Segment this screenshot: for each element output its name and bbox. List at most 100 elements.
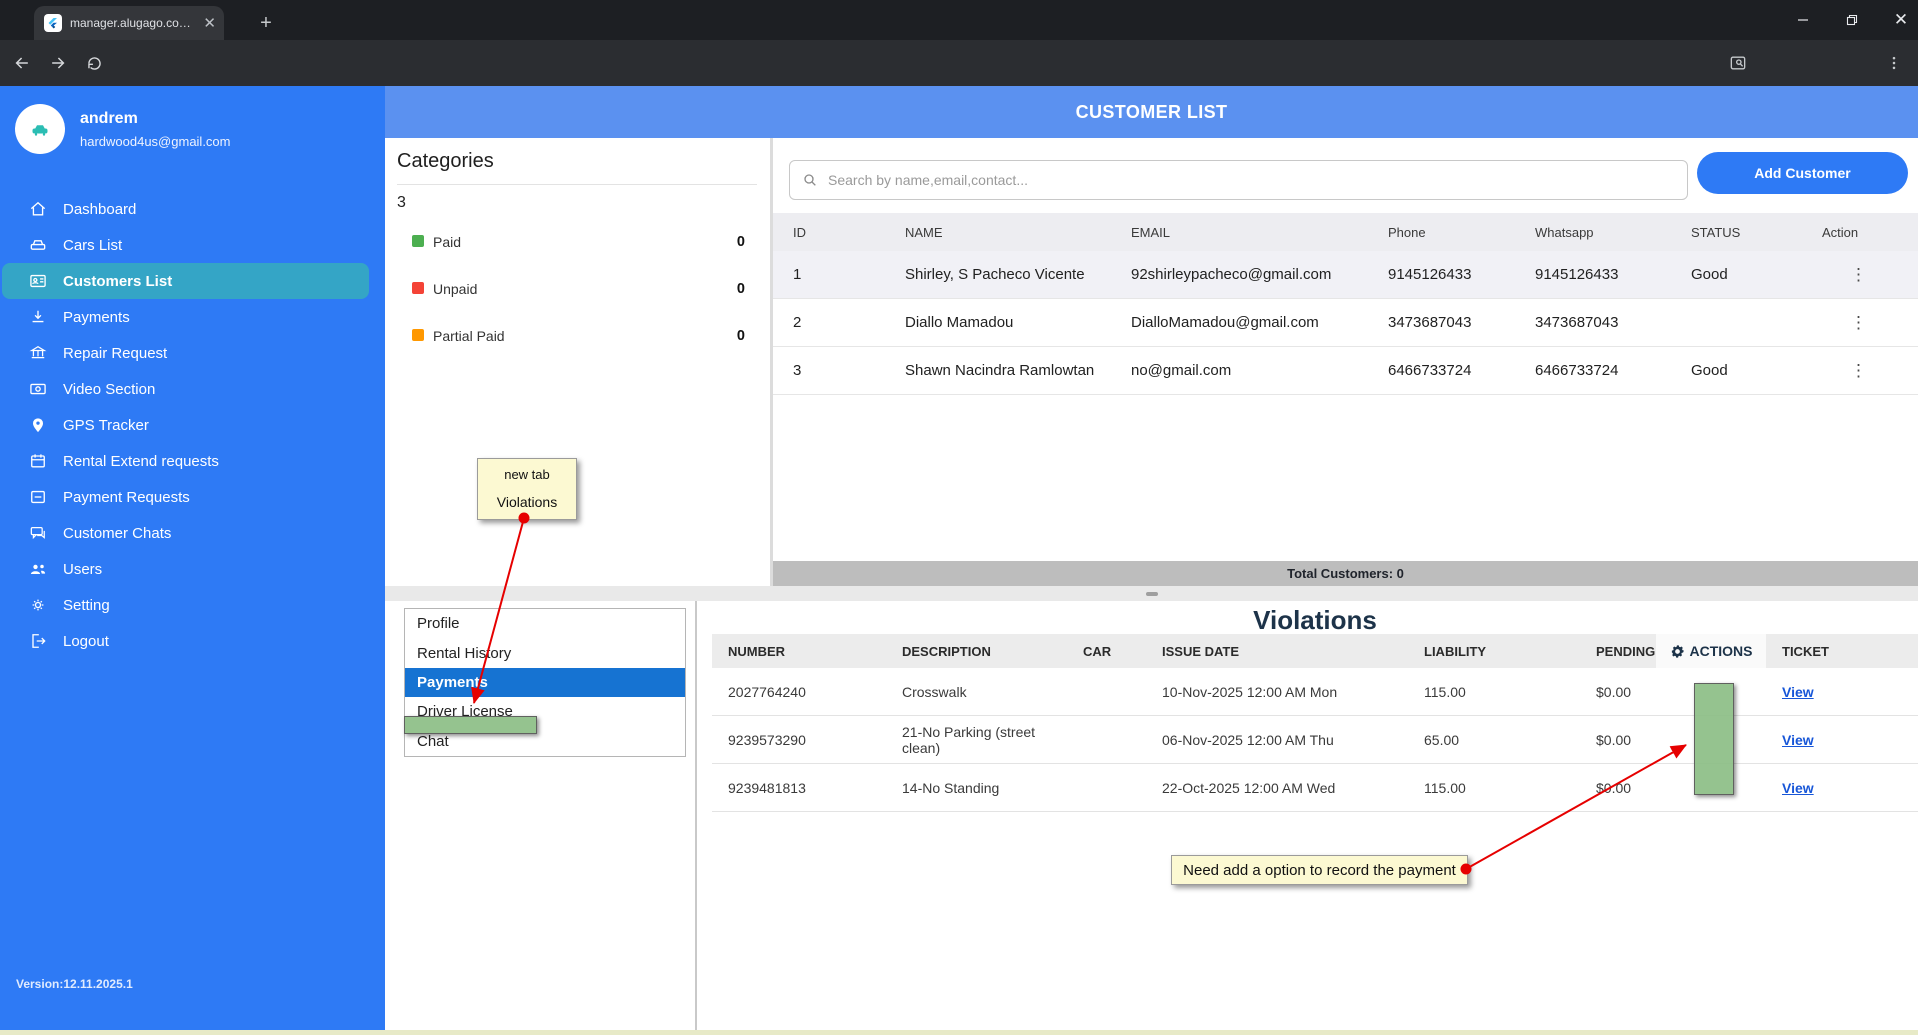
sidebar-item-logout[interactable]: Logout xyxy=(0,623,385,659)
violations-panel: Violations NUMBER DESCRIPTION CAR ISSUE … xyxy=(712,601,1918,1035)
violation-row: 2027764240 Crosswalk 10-Nov-2025 12:00 A… xyxy=(712,668,1918,716)
customer-detail-tabs: Profile Rental History Payments Driver L… xyxy=(404,608,686,757)
view-ticket-link[interactable]: View xyxy=(1782,684,1814,700)
cell-id: 1 xyxy=(793,266,802,283)
sidebar-item-repair-request[interactable]: Repair Request xyxy=(0,335,385,371)
window-close-button[interactable]: ✕ xyxy=(1878,0,1918,40)
gear-icon xyxy=(32,599,44,611)
sidebar-item-label: Payment Requests xyxy=(63,488,190,506)
bank-icon xyxy=(29,346,47,359)
tab-label: Chat xyxy=(417,732,449,750)
app-version: Version:12.11.2025.1 xyxy=(16,977,133,991)
gear-icon xyxy=(1671,644,1684,658)
user-name: andrem xyxy=(80,110,138,127)
row-actions-menu-icon[interactable]: ⋮ xyxy=(1802,361,1918,381)
sidebar-item-label: Repair Request xyxy=(63,344,168,362)
calendar-icon xyxy=(31,454,45,468)
category-count: 0 xyxy=(736,328,745,344)
video-camera-icon xyxy=(30,383,46,395)
tab-profile[interactable]: Profile xyxy=(405,609,685,638)
sidebar-item-payments[interactable]: Payments xyxy=(0,299,385,335)
cell-liability: 115.00 xyxy=(1424,779,1466,796)
column-header-car: CAR xyxy=(1083,643,1112,659)
violations-title: Violations xyxy=(1253,605,1377,635)
violation-row: 9239573290 21-No Parking (street clean) … xyxy=(712,716,1918,764)
sidebar-item-customers-list[interactable]: Customers List xyxy=(2,263,369,299)
tab-close-icon[interactable]: ✕ xyxy=(203,16,216,31)
sidebar-item-rental-extend-requests[interactable]: Rental Extend requests xyxy=(0,443,385,479)
tab-rental-history[interactable]: Rental History xyxy=(405,638,685,667)
sidebar-item-dashboard[interactable]: Dashboard xyxy=(0,191,385,227)
sidebar-item-label: Setting xyxy=(63,596,110,614)
cell-whatsapp: 6466733724 xyxy=(1535,362,1619,379)
browser-menu-icon[interactable] xyxy=(1882,51,1906,75)
add-customer-button[interactable]: Add Customer xyxy=(1697,152,1908,194)
cell-pending: $0.00 xyxy=(1596,683,1632,700)
cell-description: 21-No Parking (street clean) xyxy=(902,723,1036,756)
highlight-actions-column xyxy=(1694,683,1734,795)
customer-row[interactable]: 3 Shawn Nacindra Ramlowtan no@gmail.com … xyxy=(773,347,1918,395)
customers-panel: Add Customer ID NAME EMAIL Phone Whatsap… xyxy=(773,138,1918,586)
scrollbar-thumb[interactable] xyxy=(1146,592,1158,596)
row-actions-menu-icon[interactable]: ⋮ xyxy=(1802,265,1918,285)
window-restore-button[interactable] xyxy=(1829,0,1875,40)
window-bottom-edge xyxy=(0,1030,1918,1035)
cell-whatsapp: 3473687043 xyxy=(1535,314,1619,331)
column-header-actions[interactable]: ACTIONS xyxy=(1656,634,1766,668)
category-row-unpaid: Unpaid 0 xyxy=(385,279,770,299)
cell-issue-date: 22-Oct-2025 12:00 AM Wed xyxy=(1162,779,1336,796)
paid-color-swatch xyxy=(412,235,424,247)
sidebar-item-label: GPS Tracker xyxy=(63,416,149,434)
categories-title: Categories xyxy=(397,150,494,172)
row-actions-menu-icon[interactable]: ⋮ xyxy=(1802,313,1918,333)
logout-icon xyxy=(32,634,46,648)
back-icon[interactable] xyxy=(10,51,34,75)
view-ticket-link[interactable]: View xyxy=(1782,780,1814,796)
tab-label: Rental History xyxy=(417,644,512,662)
sidebar-item-label: Users xyxy=(63,560,103,578)
customer-row[interactable]: 1 Shirley, S Pacheco Vicente 92shirleypa… xyxy=(773,251,1918,299)
sidebar-item-label: Video Section xyxy=(63,380,156,398)
new-tab-button[interactable]: + xyxy=(253,10,279,36)
categories-panel: Categories 3 Paid 0 Unpaid 0 Partial Pai… xyxy=(385,138,770,586)
cell-email: no@gmail.com xyxy=(1131,362,1232,379)
sidebar-item-cars-list[interactable]: Cars List xyxy=(0,227,385,263)
sidebar-item-setting[interactable]: Setting xyxy=(0,587,385,623)
partial-paid-color-swatch xyxy=(412,329,424,341)
car-icon xyxy=(30,240,46,250)
search-tabs-icon[interactable] xyxy=(1726,51,1750,75)
window-minimize-button[interactable] xyxy=(1780,0,1826,40)
cell-whatsapp: 9145126433 xyxy=(1535,266,1619,283)
cell-description: 14-No Standing xyxy=(902,779,1000,796)
customer-row[interactable]: 2 Diallo Mamadou DialloMamadou@gmail.com… xyxy=(773,299,1918,347)
sidebar-item-label: Customers List xyxy=(63,272,173,290)
column-header-ticket: TICKET xyxy=(1782,643,1829,659)
sidebar-item-video-section[interactable]: Video Section xyxy=(0,371,385,407)
browser-tab[interactable]: manager.alugago.com/custome ✕ xyxy=(34,6,224,40)
tab-payments[interactable]: Payments xyxy=(405,667,685,698)
sidebar-item-gps-tracker[interactable]: GPS Tracker xyxy=(0,407,385,443)
cell-id: 3 xyxy=(793,362,802,379)
reload-icon[interactable] xyxy=(82,51,106,75)
sidebar-item-payment-requests[interactable]: Payment Requests xyxy=(0,479,385,515)
page-title: CUSTOMER LIST xyxy=(1075,101,1228,122)
customers-table-header: ID NAME EMAIL Phone Whatsapp STATUS Acti… xyxy=(773,213,1918,251)
cell-status: Good xyxy=(1691,266,1728,283)
annotation-note-new-tab: new tab Violations xyxy=(477,458,577,520)
column-header-whatsapp: Whatsapp xyxy=(1535,224,1594,240)
violation-row: 9239481813 14-No Standing 22-Oct-2025 12… xyxy=(712,764,1918,812)
category-label: Unpaid xyxy=(433,281,478,297)
view-ticket-link[interactable]: View xyxy=(1782,732,1814,748)
search-input[interactable] xyxy=(828,172,1687,188)
column-header-name: NAME xyxy=(905,224,943,240)
sidebar-item-label: Customer Chats xyxy=(63,524,172,542)
customer-search[interactable] xyxy=(789,160,1688,200)
sidebar-item-users[interactable]: Users xyxy=(0,551,385,587)
column-header-number: NUMBER xyxy=(728,643,786,659)
actions-header-label: ACTIONS xyxy=(1689,643,1753,659)
forward-icon[interactable] xyxy=(46,51,70,75)
category-label: Paid xyxy=(433,234,462,250)
note-text: Violations xyxy=(496,494,558,510)
category-count: 0 xyxy=(736,234,745,250)
sidebar-item-customer-chats[interactable]: Customer Chats xyxy=(0,515,385,551)
